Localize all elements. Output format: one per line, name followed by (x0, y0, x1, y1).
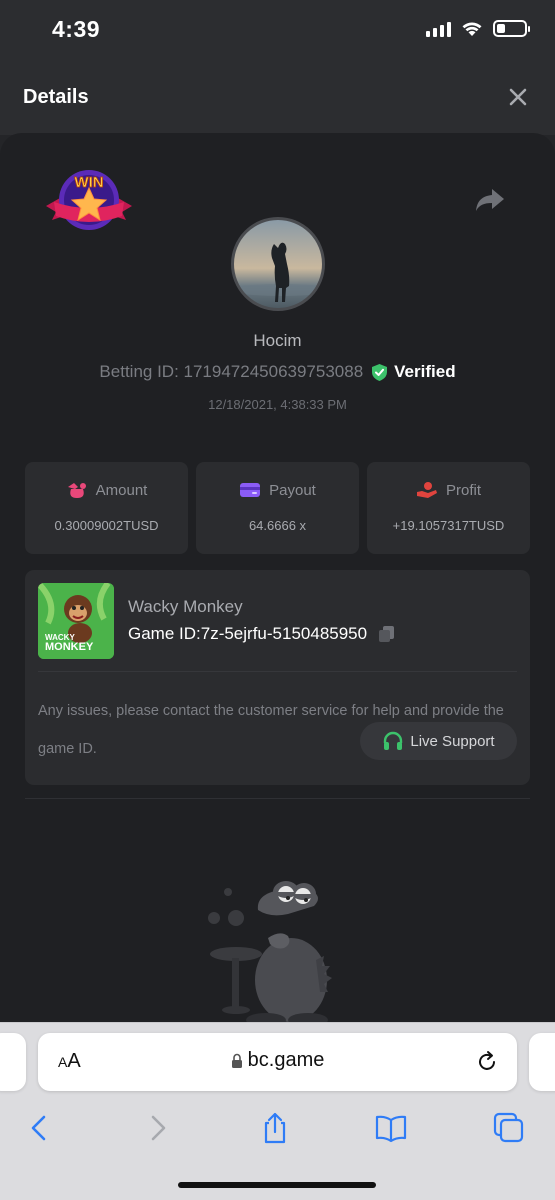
verified-shield-icon (372, 363, 388, 381)
browser-toolbar: AA bc.game (0, 1022, 555, 1200)
back-button[interactable] (22, 1111, 56, 1145)
card-divider (38, 671, 517, 672)
status-time: 4:39 (52, 16, 101, 42)
cellular-signal-icon (426, 21, 451, 37)
bookmarks-button[interactable] (374, 1111, 408, 1145)
share-sheet-button[interactable] (258, 1111, 292, 1145)
previous-tab-preview[interactable] (0, 1033, 26, 1091)
headset-icon (384, 731, 403, 750)
game-id-row: Game ID:7z-5ejrfu-5150485950 (128, 624, 397, 644)
card-icon (240, 483, 261, 497)
payout-label: Payout (269, 481, 316, 499)
copy-icon[interactable] (377, 624, 397, 644)
betting-id: Betting ID: 1719472450639753088 (99, 362, 364, 381)
url-text: bc.game (247, 1049, 325, 1071)
game-id: Game ID:7z-5ejrfu-5150485950 (128, 624, 368, 643)
details-header: Details (0, 60, 555, 135)
lock-icon (231, 1053, 242, 1068)
game-card: WACKY MONKEY Wacky Monkey Game ID:7z-5ej… (25, 570, 530, 785)
money-bag-icon (67, 483, 86, 498)
address-bar[interactable]: AA bc.game (38, 1033, 517, 1091)
live-support-label: Live Support (410, 732, 495, 750)
svg-text:WIN: WIN (74, 174, 103, 191)
page-title: Details (23, 86, 89, 108)
home-indicator (178, 1182, 376, 1188)
reload-button[interactable] (475, 1050, 499, 1074)
next-tab-preview[interactable] (529, 1033, 555, 1091)
share-button[interactable] (474, 186, 506, 214)
profit-card: Profit +19.1057317TUSD (367, 462, 530, 554)
betting-id-row: Betting ID: 1719472450639753088 Verified (0, 362, 555, 382)
username: Hocim (253, 331, 302, 350)
crocodile-mascot-icon (208, 881, 332, 1027)
screen: 4:39 Details WIN Hocim Betting ID: 17194… (0, 0, 555, 1200)
game-thumbnail[interactable]: WACKY MONKEY (38, 583, 114, 659)
profit-value: +19.1057317TUSD (392, 518, 505, 533)
avatar (231, 217, 325, 311)
thumb-title-line2: MONKEY (45, 641, 94, 653)
payout-card: Payout 64.6666 x (196, 462, 359, 554)
win-badge-icon: WIN (46, 170, 132, 230)
bet-datetime: 12/18/2021, 4:38:33 PM (208, 397, 347, 412)
amount-value: 0.30009002TUSD (54, 518, 159, 533)
wifi-icon (462, 22, 482, 36)
amount-card: Amount 0.30009002TUSD (25, 462, 188, 554)
browser-nav-row (0, 1111, 555, 1145)
verified-label: Verified (394, 362, 456, 381)
forward-button[interactable] (141, 1111, 175, 1145)
status-bar: 4:39 (0, 0, 555, 60)
status-icons (426, 20, 530, 37)
profit-label: Profit (445, 481, 481, 499)
amount-label: Amount (95, 481, 148, 499)
hand-coin-icon (416, 482, 437, 498)
close-button[interactable] (505, 84, 531, 110)
live-support-button[interactable]: Live Support (360, 722, 517, 760)
section-divider (25, 798, 530, 799)
battery-icon (493, 20, 530, 37)
tabs-button[interactable] (492, 1111, 526, 1145)
payout-value: 64.6666 x (248, 518, 307, 533)
game-name: Wacky Monkey (128, 597, 243, 616)
